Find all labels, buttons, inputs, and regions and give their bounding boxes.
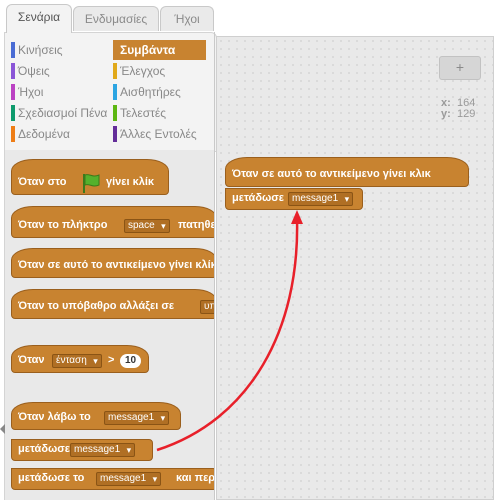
block-text: Όταν το πλήκτρο <box>18 219 108 231</box>
blocks-palette: Όταν στο γίνει κλίκ Όταν το πλήκτρο spac… <box>4 150 215 500</box>
block-text: Όταν σε αυτό το αντικείμενο γίνει κλίκ <box>18 259 215 271</box>
message-dropdown[interactable]: message1 <box>70 443 136 457</box>
when-sprite-clicked-block[interactable]: Όταν σε αυτό το αντικείμενο γίνει κλίκ <box>11 248 215 278</box>
tab-sounds[interactable]: Ήχοι <box>160 6 214 31</box>
key-dropdown[interactable]: space <box>124 219 170 233</box>
category-label: Ήχοι <box>18 85 44 99</box>
block-text: Όταν λάβω το <box>18 411 91 423</box>
block-text: Όταν <box>18 354 45 366</box>
category-swatch <box>113 105 117 121</box>
y-label: y: <box>441 108 451 120</box>
broadcast-and-wait-block[interactable]: μετάδωσε το message1 και περίμενε <box>11 468 215 490</box>
tab-bar: Σενάρια Ενδυμασίες Ήχοι <box>0 0 215 34</box>
block-text: μετάδωσε <box>18 443 71 455</box>
script-broadcast-block[interactable]: μετάδωσε message1 <box>225 188 363 210</box>
category-label: Όψεις <box>18 64 50 78</box>
category-events[interactable]: Συμβάντα <box>113 40 206 60</box>
script-when-sprite-clicked-block[interactable]: Όταν σε αυτό το αντικείμενο γίνει κλικ <box>225 157 469 187</box>
tab-scripts[interactable]: Σενάρια <box>6 4 72 33</box>
when-flag-clicked-block[interactable]: Όταν στο γίνει κλίκ <box>11 159 169 195</box>
block-text: > <box>108 354 115 366</box>
block-text: και περίμενε <box>176 472 215 484</box>
message-dropdown[interactable]: message1 <box>96 472 162 486</box>
category-swatch <box>11 84 15 100</box>
when-key-pressed-block[interactable]: Όταν το πλήκτρο space πατηθεί <box>11 206 215 238</box>
tab-costumes[interactable]: Ενδυμασίες <box>73 6 159 31</box>
zoom-add-button[interactable]: + <box>439 56 481 80</box>
backdrop-dropdown[interactable]: υπόβαθρο1 <box>200 300 215 314</box>
block-text: Όταν σε αυτό το αντικείμενο γίνει κλικ <box>232 168 431 180</box>
block-text: Όταν το υπόβαθρο αλλάξει σε <box>18 300 175 312</box>
pane-divider <box>214 32 215 500</box>
category-label: Έλεγχος <box>120 64 166 78</box>
message-dropdown[interactable]: message1 <box>288 192 354 206</box>
category-label: Σχεδιασμοί Πένας <box>18 106 107 120</box>
category-label: Δεδομένα <box>18 127 70 141</box>
when-sensor-greater-block[interactable]: Όταν ένταση > 10 <box>11 345 149 373</box>
category-operators[interactable]: Τελεστές <box>113 103 206 123</box>
block-text: μετάδωσε <box>232 192 285 204</box>
category-label: Τελεστές <box>120 106 166 120</box>
category-more-blocks[interactable]: Άλλες Εντολές <box>113 124 206 144</box>
block-text: μετάδωσε το <box>18 472 85 484</box>
green-flag-icon <box>80 172 102 194</box>
scripts-area[interactable]: + x: 164 y: 129 Όταν σε αυτό το αντικείμ… <box>216 36 494 500</box>
when-backdrop-switches-block[interactable]: Όταν το υπόβαθρο αλλάξει σε υπόβαθρο1 <box>11 289 215 319</box>
category-label: Κινήσεις <box>18 43 63 57</box>
category-panel: Κινήσεις Όψεις Ήχοι Σχεδιασμοί Πένας Δεδ… <box>4 32 217 152</box>
category-motion[interactable]: Κινήσεις <box>11 40 107 60</box>
category-swatch <box>113 42 117 58</box>
sensor-dropdown[interactable]: ένταση <box>52 354 102 368</box>
category-data[interactable]: Δεδομένα <box>11 124 107 144</box>
category-pen[interactable]: Σχεδιασμοί Πένας <box>11 103 107 123</box>
category-sound[interactable]: Ήχοι <box>11 82 107 102</box>
block-text: γίνει κλίκ <box>106 176 155 188</box>
collapse-arrow-icon[interactable] <box>0 424 5 434</box>
category-label: Συμβάντα <box>120 43 176 57</box>
category-sensing[interactable]: Αισθητήρες <box>113 82 206 102</box>
broadcast-block[interactable]: μετάδωσε message1 <box>11 439 153 461</box>
category-swatch <box>11 63 15 79</box>
category-label: Αισθητήρες <box>120 85 181 99</box>
category-swatch <box>11 105 15 121</box>
category-swatch <box>113 84 117 100</box>
category-looks[interactable]: Όψεις <box>11 61 107 81</box>
category-swatch <box>113 126 117 142</box>
category-swatch <box>11 126 15 142</box>
category-swatch <box>113 63 117 79</box>
category-control[interactable]: Έλεγχος <box>113 61 206 81</box>
category-swatch <box>11 42 15 58</box>
value-input[interactable]: 10 <box>120 354 142 368</box>
block-text: Όταν στο <box>18 176 67 188</box>
y-coordinate: y: 129 <box>441 108 475 120</box>
category-label: Άλλες Εντολές <box>120 127 197 141</box>
y-value: 129 <box>457 108 476 120</box>
block-text: πατηθεί <box>178 219 215 231</box>
message-dropdown[interactable]: message1 <box>104 411 170 425</box>
when-i-receive-block[interactable]: Όταν λάβω το message1 <box>11 402 181 430</box>
